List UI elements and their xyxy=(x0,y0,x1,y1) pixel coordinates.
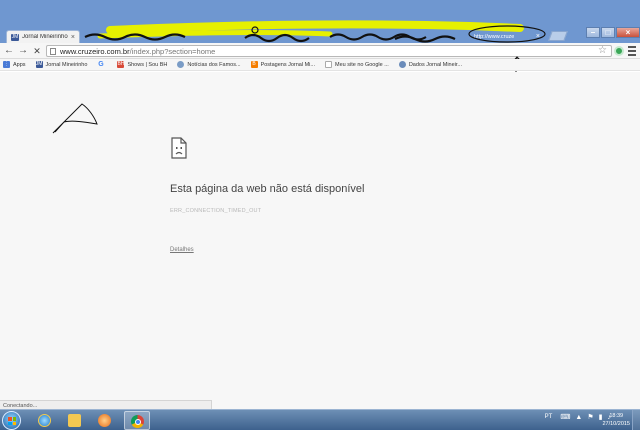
tab-title: Jornal Mineirinho xyxy=(22,34,68,40)
bookmark-item[interactable]: Dados Jornal Mineir... xyxy=(398,61,463,68)
tab-jornal-mineirinho[interactable]: JM Jornal Mineirinho × xyxy=(6,30,80,43)
back-arrow-icon[interactable]: ← xyxy=(3,45,15,57)
bookmark-label: Meu site no Google ... xyxy=(335,61,389,68)
analytics-icon xyxy=(398,61,406,68)
new-tab-button[interactable] xyxy=(548,31,568,41)
bookmark-star-icon[interactable]: ☆ xyxy=(598,45,607,56)
bookmark-item[interactable]: ⋮ Apps xyxy=(3,61,26,68)
bookmark-label: Notícias dos Famos... xyxy=(187,61,241,68)
clock-time: 18:39 xyxy=(609,413,624,419)
show-desktop-button[interactable] xyxy=(632,410,640,430)
error-code: ERR_CONNECTION_TIMED_OUT xyxy=(170,208,262,214)
stop-loading-icon[interactable]: ✕ xyxy=(31,45,43,57)
taskbar-chrome-button[interactable] xyxy=(124,411,150,430)
jm-icon: JM xyxy=(35,61,43,68)
taskbar: PT ⌨ ▲ ⚑ ▮ ♪ 18:39 27/10/2015 xyxy=(0,409,640,430)
extension-icon[interactable] xyxy=(614,46,624,56)
bookmarks-bar: ⋮ Apps JM Jornal Mineirinho G BH Shows |… xyxy=(0,59,640,71)
chrome-icon xyxy=(131,415,144,428)
forward-arrow-icon[interactable]: → xyxy=(17,45,29,57)
menu-icon[interactable] xyxy=(628,46,636,56)
bookmark-label: Shows | Sou BH xyxy=(127,61,168,68)
bookmark-label: Jornal Mineirinho xyxy=(45,61,88,68)
windows-logo-icon xyxy=(8,417,16,425)
maximize-button[interactable]: □ xyxy=(601,27,615,38)
keyboard-icon[interactable]: ⌨ xyxy=(560,413,570,421)
details-link[interactable]: Detalhes xyxy=(170,247,194,253)
page-icon xyxy=(50,48,56,55)
clock-date: 27/10/2015 xyxy=(602,421,630,427)
sad-page-icon xyxy=(171,137,187,159)
bookmark-item[interactable]: BH Shows | Sou BH xyxy=(117,61,167,68)
taskbar-media-button[interactable] xyxy=(92,411,118,430)
bookmark-label: Apps xyxy=(13,61,26,68)
action-center-flag-icon[interactable]: ⚑ xyxy=(587,413,593,421)
page-content: Esta página da web não está disponível E… xyxy=(0,72,640,410)
bookmark-item[interactable]: Meu site no Google ... xyxy=(325,61,389,68)
soubh-icon: BH xyxy=(117,61,125,68)
show-hidden-icons-icon[interactable]: ▲ xyxy=(575,414,582,421)
circle-annotation xyxy=(468,25,546,43)
url-path: /index.php?section=home xyxy=(129,47,216,56)
bookmark-item[interactable]: B Postagens Jornal Mi... xyxy=(250,61,315,68)
error-title: Esta página da web não está disponível xyxy=(170,183,365,195)
clock[interactable]: 18:39 27/10/2015 xyxy=(602,412,630,428)
internet-explorer-icon xyxy=(38,414,51,427)
window-controls: – □ × xyxy=(585,27,640,38)
page-icon xyxy=(325,61,332,68)
close-window-button[interactable]: × xyxy=(616,27,640,38)
google-icon: G xyxy=(98,61,104,68)
bookmark-item[interactable]: JM Jornal Mineirinho xyxy=(35,61,88,68)
bookmark-item[interactable]: G xyxy=(97,61,107,68)
media-player-icon xyxy=(98,414,111,427)
bookmark-label: Postagens Jornal Mi... xyxy=(260,61,315,68)
noticias-icon xyxy=(177,61,185,68)
blogger-icon: B xyxy=(250,61,258,68)
url-host: www.cruzeiro.com.br xyxy=(60,47,130,56)
close-tab-icon[interactable]: × xyxy=(71,34,75,41)
bookmark-label: Dados Jornal Mineir... xyxy=(408,61,463,68)
language-indicator[interactable]: PT xyxy=(545,414,553,420)
taskbar-ie-button[interactable] xyxy=(32,411,58,430)
start-button[interactable] xyxy=(2,411,21,430)
tab-strip: JM Jornal Mineirinho × http://www.cruze … xyxy=(0,25,640,43)
minimize-button[interactable]: – xyxy=(586,27,600,38)
apps-icon: ⋮ xyxy=(3,61,10,68)
bookmark-item[interactable]: Notícias dos Famos... xyxy=(177,61,241,68)
address-url[interactable]: www.cruzeiro.com.br/index.php?section=ho… xyxy=(60,47,215,56)
pen-scribble xyxy=(52,103,98,134)
taskbar-explorer-button[interactable] xyxy=(62,411,88,430)
browser-toolbar: ← → ✕ www.cruzeiro.com.br/index.php?sect… xyxy=(0,43,640,59)
folder-icon xyxy=(68,414,81,427)
jornal-mineirinho-favicon: JM xyxy=(11,33,19,41)
